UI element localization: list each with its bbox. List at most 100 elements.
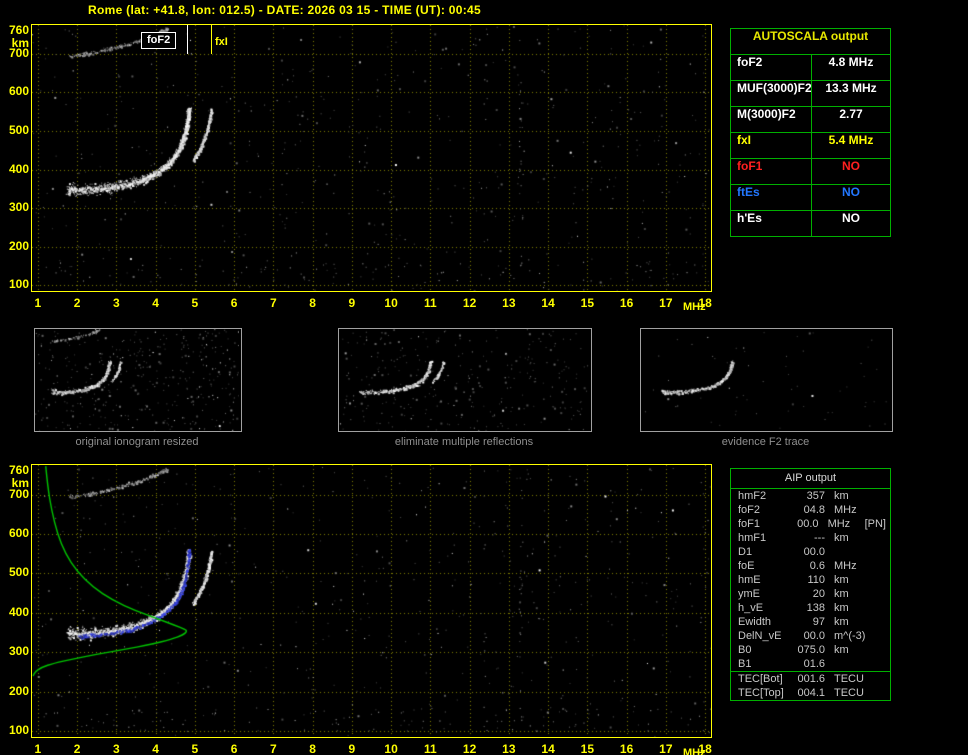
x-tick-label: 8 (309, 296, 316, 310)
aip-param-unit: km (834, 602, 849, 614)
aip-param-value: 138 (806, 602, 825, 614)
autoscala-param-value: NO (811, 211, 890, 236)
autoscala-param-value: 2.77 (811, 107, 890, 132)
ionogram-canvas-top (32, 25, 711, 291)
aip-table-row: foE 0.6 MHz (731, 559, 890, 573)
x-tick-label: 13 (502, 742, 516, 755)
thumbnail-caption-original: original ionogram resized (75, 436, 199, 448)
autoscala-param-value: NO (811, 185, 890, 210)
thumbnail-canvas-original (35, 329, 239, 431)
aip-param-value: 04.8 (803, 504, 825, 516)
aip-table-row: foF1 00.0 MHz [PN] (731, 517, 890, 531)
page-title: Rome (lat: +41.8, lon: 012.5) - DATE: 20… (88, 3, 481, 17)
thumbnail-caption-evidence: evidence F2 trace (721, 436, 810, 448)
autoscala-param-value: NO (811, 159, 890, 184)
x-tick-label: 3 (113, 296, 120, 310)
x-tick-label: 2 (73, 296, 81, 310)
y-tick-label: 400 (8, 161, 29, 176)
aip-param-label: hmF2 (738, 490, 767, 502)
thumbnail-original-ionogram (34, 328, 242, 432)
x-tick-label: 5 (191, 296, 199, 310)
thumbnail-canvas-eliminate (339, 329, 589, 431)
thumbnail-eliminate-reflections (338, 328, 592, 432)
aip-param-unit: m^(-3) (834, 630, 866, 642)
autoscala-param-label: M(3000)F2 (737, 107, 796, 121)
aip-table-row: h_vE 138 km (731, 601, 890, 615)
autoscala-table-row: MUF(3000)F2 13.3 MHz (731, 80, 890, 106)
aip-table-row: B1 01.6 (731, 657, 890, 671)
x-tick-label: 15 (580, 742, 595, 755)
autoscala-param-label: fxI (737, 133, 752, 147)
y-tick-label: 200 (8, 683, 29, 698)
aip-table-row: hmF1 --- km (731, 531, 890, 545)
x-tick-label: 1 (34, 742, 42, 755)
autoscala-param-label: ftEs (737, 185, 760, 199)
x-tick-label: 6 (230, 296, 238, 310)
x-tick-label: 16 (619, 742, 634, 755)
aip-param-label: foF1 (738, 518, 761, 530)
fxi-marker-label: fxI (215, 36, 228, 48)
thumbnail-canvas-evidence (641, 329, 890, 431)
x-tick-label: 12 (462, 742, 477, 755)
y-tick-label: 100 (8, 723, 29, 738)
aip-table-rows: hmF2 357 km foF2 04.8 MHz foF1 00.0 MHz [PN] hmF1-… (731, 489, 890, 700)
aip-param-value: 004.1 (797, 687, 825, 699)
autoscala-table-row: foF2 4.8 MHz (731, 54, 890, 80)
aip-param-label: TEC[Top] (738, 687, 784, 699)
y-axis-unit-label: km (11, 475, 29, 490)
aip-param-value: 01.6 (803, 658, 825, 670)
y-tick-label: 500 (8, 123, 29, 137)
autoscala-table-row: fxI 5.4 MHz (731, 132, 890, 158)
aip-param-unit: MHz (827, 518, 851, 530)
aip-param-value: 357 (806, 490, 825, 502)
autoscala-param-label: h'Es (737, 211, 762, 225)
autoscala-table-title: AUTOSCALA output (752, 29, 869, 43)
aip-param-value: 00.0 (797, 518, 819, 530)
x-tick-label: 3 (113, 742, 120, 755)
aip-table-row: D1 00.0 (731, 545, 890, 559)
aip-param-label: hmE (738, 574, 761, 586)
autoscala-param-label: foF1 (737, 159, 763, 173)
aip-param-value: 0.6 (809, 560, 825, 572)
x-tick-label: 17 (659, 742, 673, 755)
x-axis-unit-label: MHz (683, 747, 706, 755)
aip-param-value: 20 (812, 588, 825, 600)
autoscala-table-row: h'Es NO (731, 210, 890, 236)
x-tick-label: 4 (152, 296, 159, 310)
ionogram-canvas-bottom (32, 465, 711, 737)
y-axis-unit-label: km (11, 35, 29, 50)
aip-param-unit: km (834, 616, 849, 628)
aip-param-label: B0 (738, 644, 752, 656)
x-tick-label: 11 (424, 742, 437, 755)
aip-param-label: TEC[Bot] (738, 673, 783, 685)
y-tick-label: 300 (8, 644, 29, 659)
x-tick-label: 8 (309, 742, 316, 755)
x-tick-label: 14 (541, 742, 555, 755)
aip-table-row: hmE 110 km (731, 573, 890, 587)
autoscala-param-label: MUF(3000)F2 (737, 81, 812, 95)
aip-table-row: foF2 04.8 MHz (731, 503, 890, 517)
x-tick-label: 17 (659, 296, 673, 310)
aip-param-unit: km (834, 490, 849, 502)
aip-param-unit: MHz (834, 504, 857, 516)
autoscala-screen: Rome (lat: +41.8, lon: 012.5) - DATE: 20… (0, 0, 968, 755)
x-tick-label: 6 (230, 742, 238, 755)
aip-param-unit: TECU (834, 673, 864, 685)
aip-table-row: hmF2 357 km (731, 489, 890, 503)
x-tick-label: 15 (580, 296, 595, 310)
y-tick-label: 300 (8, 200, 29, 215)
aip-output-table: AIP output hmF2 357 km foF2 04.8 MHz foF1 00.0 M… (730, 468, 891, 701)
aip-param-unit: km (834, 588, 849, 600)
aip-param-unit: TECU (834, 687, 864, 699)
x-tick-label: 2 (73, 742, 81, 755)
x-tick-label: 7 (270, 742, 277, 755)
ionogram-plot-top: foF2 fxI (31, 24, 712, 292)
y-tick-label: 400 (8, 604, 29, 619)
aip-param-unit: km (834, 532, 849, 544)
aip-table-row: ymE 20 km (731, 587, 890, 601)
aip-param-value: 00.0 (803, 546, 825, 558)
x-tick-label: 7 (270, 296, 277, 310)
aip-param-label: Ewidth (738, 616, 772, 628)
y-tick-label: 600 (8, 525, 29, 540)
fof2-marker-line (187, 25, 188, 54)
